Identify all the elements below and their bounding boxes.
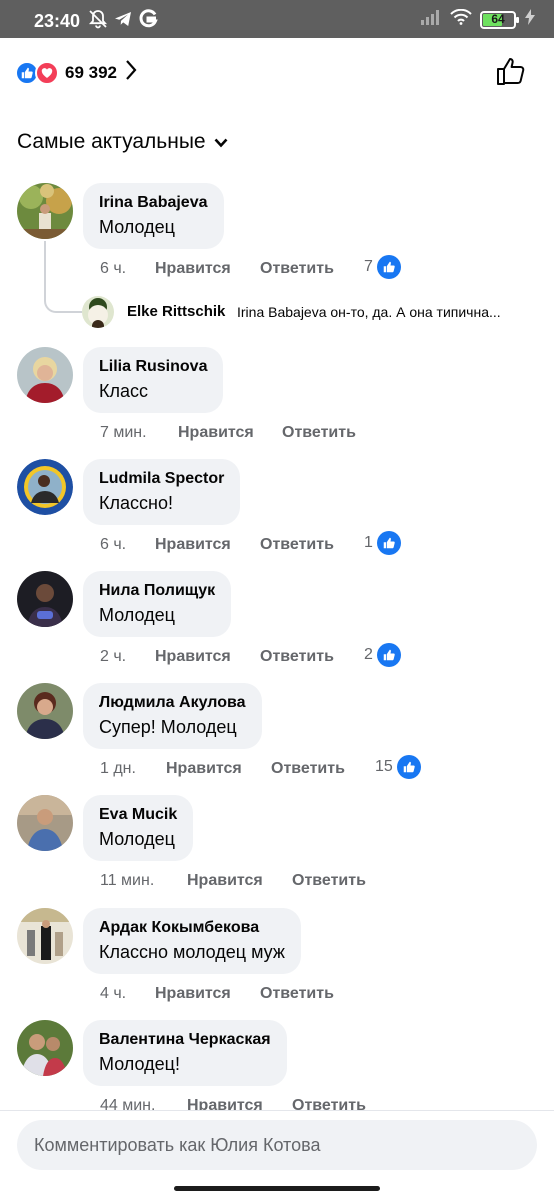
like-action[interactable]: Нравится — [155, 985, 231, 1003]
comment-time: 7 мин. — [100, 424, 147, 441]
comment-text: Классно! — [99, 493, 173, 513]
avatar[interactable] — [17, 795, 73, 851]
avatar[interactable] — [17, 459, 73, 515]
like-action[interactable]: Нравится — [155, 536, 231, 554]
sort-label: Самые актуальные — [17, 130, 206, 153]
comment-bubble[interactable]: Lilia Rusinova Класс — [83, 347, 224, 413]
like-action[interactable]: Нравится — [155, 260, 231, 278]
avatar[interactable] — [17, 571, 73, 627]
like-badge-icon — [376, 255, 401, 279]
mute-bell-icon — [88, 9, 108, 34]
like-badge-icon — [376, 531, 401, 555]
comment-author[interactable]: Ludmila Spector — [99, 469, 224, 489]
chevron-down-icon — [214, 130, 228, 154]
comment-time: 2 ч. — [100, 648, 127, 665]
reply-action[interactable]: Ответить — [282, 424, 356, 442]
avatar[interactable] — [82, 296, 114, 328]
avatar[interactable] — [17, 183, 73, 239]
avatar[interactable] — [17, 908, 73, 964]
reactions-count: 69 392 — [65, 62, 117, 82]
avatar[interactable] — [17, 1020, 73, 1076]
thumbs-up-icon — [497, 58, 525, 85]
comment-time: 6 ч. — [100, 536, 127, 553]
like-count: 15 — [375, 758, 393, 775]
comment-author[interactable]: Ардак Кокымбекова — [99, 918, 285, 938]
comment-like-count[interactable]: 2 — [364, 643, 401, 667]
comment-like-count[interactable]: 7 — [364, 255, 401, 279]
love-reaction-icon — [35, 60, 59, 85]
like-action[interactable]: Нравится — [178, 424, 254, 442]
like-action[interactable]: Нравится — [166, 760, 242, 778]
home-indicator[interactable] — [174, 1186, 380, 1191]
reply-action[interactable]: Ответить — [260, 260, 334, 278]
battery-icon: 64 — [480, 10, 519, 29]
comment-time: 4 ч. — [100, 985, 127, 1002]
like-badge-icon — [396, 755, 421, 779]
like-count: 7 — [364, 258, 373, 275]
signal-icon — [420, 9, 442, 30]
avatar[interactable] — [17, 347, 73, 403]
comment-like-count[interactable]: 15 — [375, 755, 421, 779]
comment-text: Супер! Молодец — [99, 717, 237, 737]
comment-time: 11 мин. — [100, 872, 155, 889]
comment-bubble[interactable]: Irina Babajeva Молодец — [83, 183, 224, 249]
comment-bubble[interactable]: Ардак Кокымбекова Классно молодец муж — [83, 908, 301, 974]
comment-bubble[interactable]: Eva Mucik Молодец — [83, 795, 194, 861]
comment-text: Молодец — [99, 605, 175, 625]
comment-author[interactable]: Irina Babajeva — [99, 193, 208, 213]
status-bar: 23:40 64 — [0, 0, 554, 38]
wifi-icon — [450, 8, 472, 30]
comment-author[interactable]: Валентина Черкаская — [99, 1030, 271, 1050]
comment-like-count[interactable]: 1 — [364, 531, 401, 555]
reactions-bar: 69 392 — [0, 38, 554, 108]
comment-text: Классно молодец муж — [99, 942, 285, 962]
telegram-icon — [113, 9, 133, 34]
comment-text: Молодец — [99, 217, 175, 237]
comment-composer: Комментировать как Юлия Котова — [0, 1110, 554, 1200]
reply-text: Irina Babajeva он-то, да. А она типична.… — [237, 304, 501, 320]
reply-action[interactable]: Ответить — [292, 872, 366, 890]
status-time: 23:40 — [34, 11, 81, 31]
comment-bubble[interactable]: Нила Полищук Молодец — [83, 571, 232, 637]
like-action[interactable]: Нравится — [187, 872, 263, 890]
comment-bubble[interactable]: Валентина Черкаская Молодец! — [83, 1020, 287, 1086]
reply-action[interactable]: Ответить — [260, 648, 334, 666]
comment-text: Класс — [99, 381, 148, 401]
comment-author[interactable]: Нила Полищук — [99, 581, 215, 601]
comment-author[interactable]: Людмила Акулова — [99, 693, 246, 713]
reply-thread-line — [44, 241, 82, 313]
like-count: 1 — [364, 534, 373, 551]
reply-preview[interactable]: Elke Rittschik Irina Babajeva он-то, да.… — [82, 296, 542, 328]
avatar[interactable] — [17, 683, 73, 739]
reactions-summary[interactable]: 69 392 — [15, 59, 137, 86]
comment-text: Молодец — [99, 829, 175, 849]
like-action[interactable]: Нравится — [155, 648, 231, 666]
comment-time: 1 дн. — [100, 760, 136, 777]
chevron-right-icon — [125, 59, 137, 86]
comment-bubble[interactable]: Людмила Акулова Супер! Молодец — [83, 683, 262, 749]
reply-action[interactable]: Ответить — [260, 985, 334, 1003]
reply-action[interactable]: Ответить — [271, 760, 345, 778]
comment-author[interactable]: Lilia Rusinova — [99, 357, 207, 377]
comment-bubble[interactable]: Ludmila Spector Классно! — [83, 459, 241, 525]
reply-author[interactable]: Elke Rittschik — [127, 303, 225, 320]
comment-time: 6 ч. — [100, 260, 127, 277]
battery-percent: 64 — [491, 11, 505, 26]
comment-author[interactable]: Eva Mucik — [99, 805, 177, 825]
comment-text: Молодец! — [99, 1054, 180, 1074]
like-badge-icon — [376, 643, 401, 667]
sort-dropdown[interactable]: Самые актуальные — [17, 130, 228, 154]
like-button[interactable] — [496, 56, 526, 91]
charging-icon — [524, 8, 536, 31]
google-icon — [138, 8, 158, 35]
reply-action[interactable]: Ответить — [260, 536, 334, 554]
like-count: 2 — [364, 646, 373, 663]
comment-input[interactable]: Комментировать как Юлия Котова — [17, 1120, 537, 1170]
